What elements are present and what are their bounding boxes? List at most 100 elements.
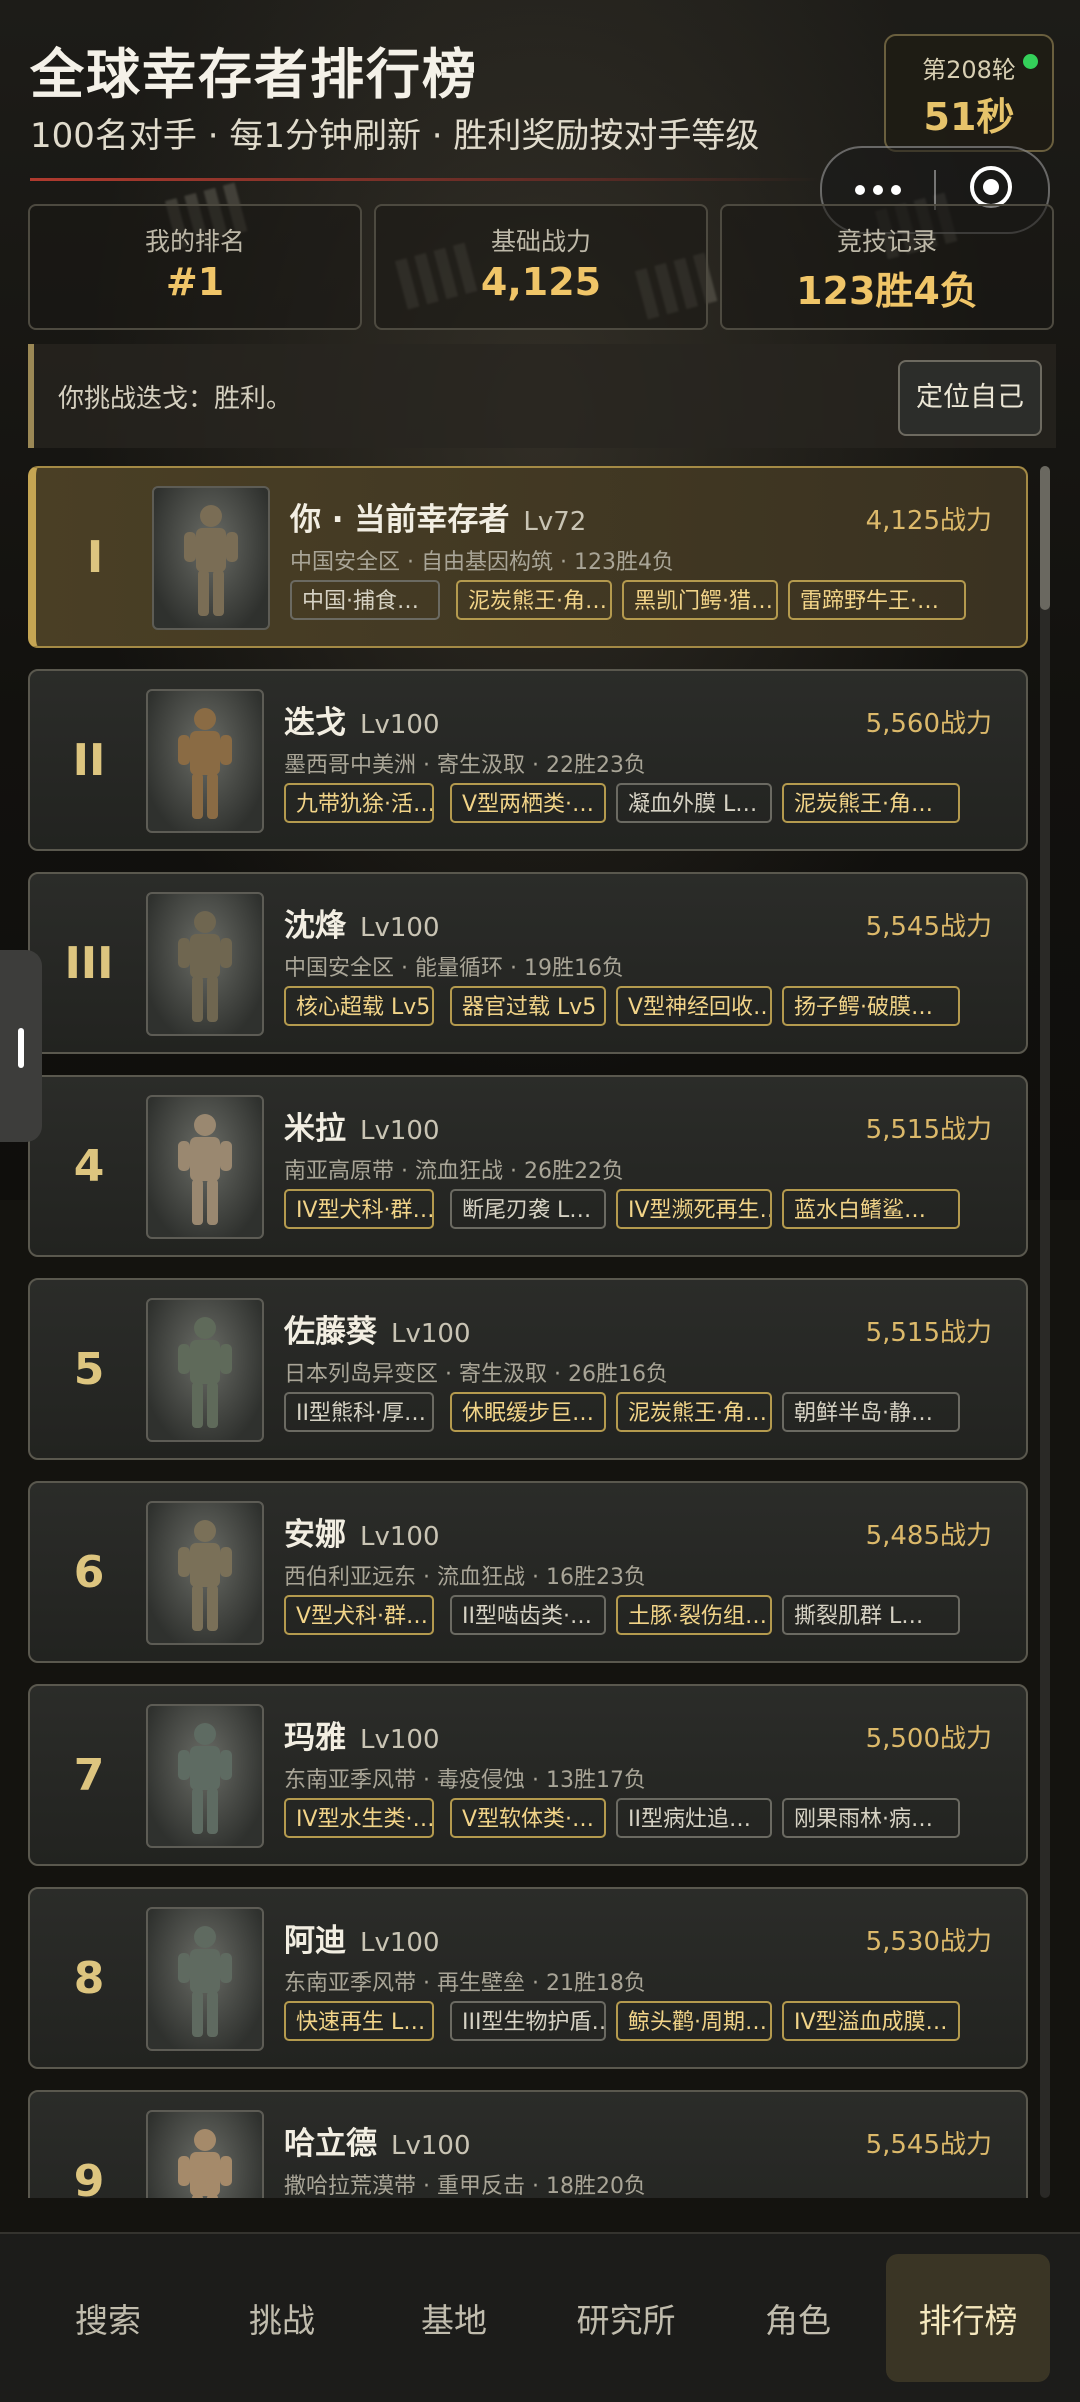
gene-tag[interactable]: V型两栖类·… bbox=[450, 783, 606, 823]
player-meta: 中国安全区 · 能量循环 · 19胜16负 bbox=[284, 956, 624, 981]
gene-tag[interactable]: 鲸头鹳·周期… bbox=[616, 2001, 772, 2041]
player-meta: 东南亚季风带 · 毒疫侵蚀 · 13胜17负 bbox=[284, 1768, 646, 1793]
player-power: 5,530战力 bbox=[865, 1927, 992, 1957]
gene-tag[interactable]: 土豚·裂伤组… bbox=[616, 1595, 772, 1635]
rank-number: 8 bbox=[73, 1952, 105, 2004]
gene-tag[interactable]: 凝血外膜 L… bbox=[616, 783, 772, 823]
gene-tag[interactable]: V型犬科·群… bbox=[284, 1595, 434, 1635]
ranking-card[interactable]: 5 佐藤葵 Lv100 5,515战力 日本列岛异变区 · 寄生汲取 · 26胜16负 I… bbox=[28, 1278, 1028, 1460]
player-name: 沈烽 Lv100 bbox=[284, 900, 440, 945]
rank-number: 4 bbox=[73, 1140, 105, 1192]
character-avatar bbox=[146, 1095, 264, 1239]
gene-tags: 九带犰狳·活… V型两栖类·… 凝血外膜 L… 泥炭熊王·角… bbox=[284, 783, 1004, 827]
gene-tag[interactable]: II型病灶追… bbox=[616, 1798, 772, 1838]
gene-tag[interactable]: 蓝水白鳍鲨… bbox=[782, 1189, 960, 1229]
player-power: 4,125战力 bbox=[865, 506, 992, 536]
stat-arena-record: 竞技记录 123胜4负 bbox=[720, 204, 1054, 330]
player-power: 5,500战力 bbox=[865, 1724, 992, 1754]
gene-tag[interactable]: 泥炭熊王·角… bbox=[616, 1392, 772, 1432]
bottom-nav: 搜索 挑战 基地 研究所 角色 排行榜 bbox=[0, 2232, 1080, 2402]
locate-self-button[interactable]: 定位自己 bbox=[898, 360, 1042, 436]
gene-tag[interactable]: V型软体类·… bbox=[450, 1798, 606, 1838]
list-scrollbar[interactable] bbox=[1040, 466, 1050, 2198]
player-meta: 中国安全区 · 自由基因构筑 · 123胜4负 bbox=[290, 550, 674, 575]
nav-leaderboard[interactable]: 排行榜 bbox=[886, 2254, 1050, 2382]
gene-tag[interactable]: 快速再生 L… bbox=[284, 2001, 434, 2041]
gene-tag[interactable]: 断尾刃袭 L… bbox=[450, 1189, 606, 1229]
ranking-card[interactable]: 8 阿迪 Lv100 5,530战力 东南亚季风带 · 再生壁垒 · 21胜18负 快速再… bbox=[28, 1887, 1028, 2069]
gene-tag[interactable]: 泥炭熊王·角… bbox=[782, 783, 960, 823]
gene-tag[interactable]: IV型水生类·… bbox=[284, 1798, 434, 1838]
gene-tag[interactable]: 休眠缓步巨… bbox=[450, 1392, 606, 1432]
stat-value: #1 bbox=[165, 260, 225, 304]
gene-tag[interactable]: IV型溢血成膜… bbox=[782, 2001, 960, 2041]
gene-tag[interactable]: 核心超载 Lv5 bbox=[284, 986, 434, 1026]
gene-tag[interactable]: 刚果雨林·病… bbox=[782, 1798, 960, 1838]
ranking-card[interactable]: II 迭戈 Lv100 5,560战力 墨西哥中美洲 · 寄生汲取 · 22胜23负 九带… bbox=[28, 669, 1028, 851]
gene-tag[interactable]: 朝鲜半岛·静… bbox=[782, 1392, 960, 1432]
player-level: Lv100 bbox=[360, 1725, 440, 1755]
player-name: 你 · 当前幸存者 Lv72 bbox=[290, 494, 586, 539]
side-drawer-handle[interactable] bbox=[0, 950, 42, 1142]
player-power: 5,560战力 bbox=[865, 709, 992, 739]
gene-tag[interactable]: V型神经回收… bbox=[616, 986, 772, 1026]
character-avatar bbox=[146, 892, 264, 1036]
gene-tag[interactable]: 撕裂肌群 L… bbox=[782, 1595, 960, 1635]
player-name: 玛雅 Lv100 bbox=[284, 1712, 440, 1757]
player-power: 5,515战力 bbox=[865, 1318, 992, 1348]
rank-number: 9 bbox=[73, 2155, 105, 2199]
player-name-text: 阿迪 bbox=[284, 1923, 346, 1959]
ranking-card[interactable]: III 沈烽 Lv100 5,545战力 中国安全区 · 能量循环 · 19胜16负 核心… bbox=[28, 872, 1028, 1054]
gene-tag[interactable]: III型生物护盾… bbox=[450, 2001, 606, 2041]
character-avatar bbox=[146, 1907, 264, 2051]
gene-tag[interactable]: IV型犬科·群… bbox=[284, 1189, 434, 1229]
player-level: Lv100 bbox=[360, 913, 440, 943]
gene-tag[interactable]: 黑凯门鳄·猎… bbox=[622, 580, 778, 620]
rank-number: 5 bbox=[73, 1343, 105, 1395]
stat-value: 123胜4负 bbox=[796, 269, 978, 313]
player-meta: 日本列岛异变区 · 寄生汲取 · 26胜16负 bbox=[284, 1362, 668, 1387]
gene-tag[interactable]: 中国·捕食… bbox=[290, 580, 440, 620]
player-meta: 墨西哥中美洲 · 寄生汲取 · 22胜23负 bbox=[284, 753, 646, 778]
ranking-card[interactable]: 4 米拉 Lv100 5,515战力 南亚高原带 · 流血狂战 · 26胜22负 IV型犬… bbox=[28, 1075, 1028, 1257]
round-countdown: 51秒 bbox=[923, 95, 1015, 139]
ranking-card[interactable]: 9 哈立德 Lv100 5,545战力 撒哈拉荒漠带 · 重甲反击 · 18胜20负 bbox=[28, 2090, 1028, 2198]
gene-tag[interactable]: 雷蹄野牛王·… bbox=[788, 580, 966, 620]
rank-number: III bbox=[64, 937, 114, 989]
ranking-card[interactable]: 6 安娜 Lv100 5,485战力 西伯利亚远东 · 流血狂战 · 16胜23负 V型犬… bbox=[28, 1481, 1028, 1663]
player-level: Lv100 bbox=[360, 1928, 440, 1958]
player-level: Lv72 bbox=[523, 507, 587, 537]
ranking-card-self[interactable]: I 你 · 当前幸存者 Lv72 4,125战力中国安全区 · 自由基因构筑 · 12… bbox=[28, 466, 1028, 648]
rank-number: I bbox=[86, 531, 104, 583]
player-name: 阿迪 Lv100 bbox=[284, 1915, 440, 1960]
nav-lab[interactable]: 研究所 bbox=[540, 2234, 712, 2402]
player-name: 米拉 Lv100 bbox=[284, 1103, 440, 1148]
rank-number: 7 bbox=[73, 1749, 105, 1801]
round-timer-box: 第208轮 51秒 bbox=[884, 34, 1054, 152]
ranking-card[interactable]: 7 玛雅 Lv100 5,500战力东南亚季风带 · 毒疫侵蚀 · 13胜17负 IV型… bbox=[28, 1684, 1028, 1866]
gene-tag[interactable]: IV型濒死再生… bbox=[616, 1189, 772, 1229]
nav-search[interactable]: 搜索 bbox=[22, 2234, 194, 2402]
stat-value: 4,125 bbox=[480, 260, 602, 304]
scrollbar-thumb[interactable] bbox=[1040, 466, 1050, 610]
gene-tag[interactable]: II型熊科·厚… bbox=[284, 1392, 434, 1432]
character-avatar bbox=[146, 1704, 264, 1848]
nav-character[interactable]: 角色 bbox=[712, 2234, 884, 2402]
mini-program-close-icon[interactable] bbox=[970, 166, 1012, 208]
character-avatar bbox=[152, 486, 270, 630]
gene-tag[interactable]: 九带犰狳·活… bbox=[284, 783, 434, 823]
battle-result-notice: 你挑战迭戈：胜利。 定位自己 bbox=[28, 344, 1056, 448]
gene-tag[interactable]: 扬子鳄·破膜… bbox=[782, 986, 960, 1026]
gene-tags: IV型水生类·… V型软体类·… II型病灶追… 刚果雨林·病… bbox=[284, 1798, 1004, 1842]
rank-number: 6 bbox=[73, 1546, 105, 1598]
player-power: 5,545战力 bbox=[865, 2130, 992, 2160]
player-meta: 西伯利亚远东 · 流血狂战 · 16胜23负 bbox=[284, 1565, 646, 1590]
gene-tags: 中国·捕食… 泥炭熊王·角… 黑凯门鳄·猎… 雷蹄野牛王·… bbox=[290, 580, 1010, 624]
gene-tag[interactable]: II型啮齿类·… bbox=[450, 1595, 606, 1635]
notice-text: 你挑战迭戈：胜利。 bbox=[58, 384, 293, 414]
nav-base[interactable]: 基地 bbox=[368, 2234, 540, 2402]
ranking-list[interactable]: I 你 · 当前幸存者 Lv72 4,125战力中国安全区 · 自由基因构筑 · 12… bbox=[28, 466, 1028, 2198]
gene-tag[interactable]: 器官过载 Lv5 bbox=[450, 986, 606, 1026]
nav-challenge[interactable]: 挑战 bbox=[196, 2234, 368, 2402]
gene-tag[interactable]: 泥炭熊王·角… bbox=[456, 580, 612, 620]
